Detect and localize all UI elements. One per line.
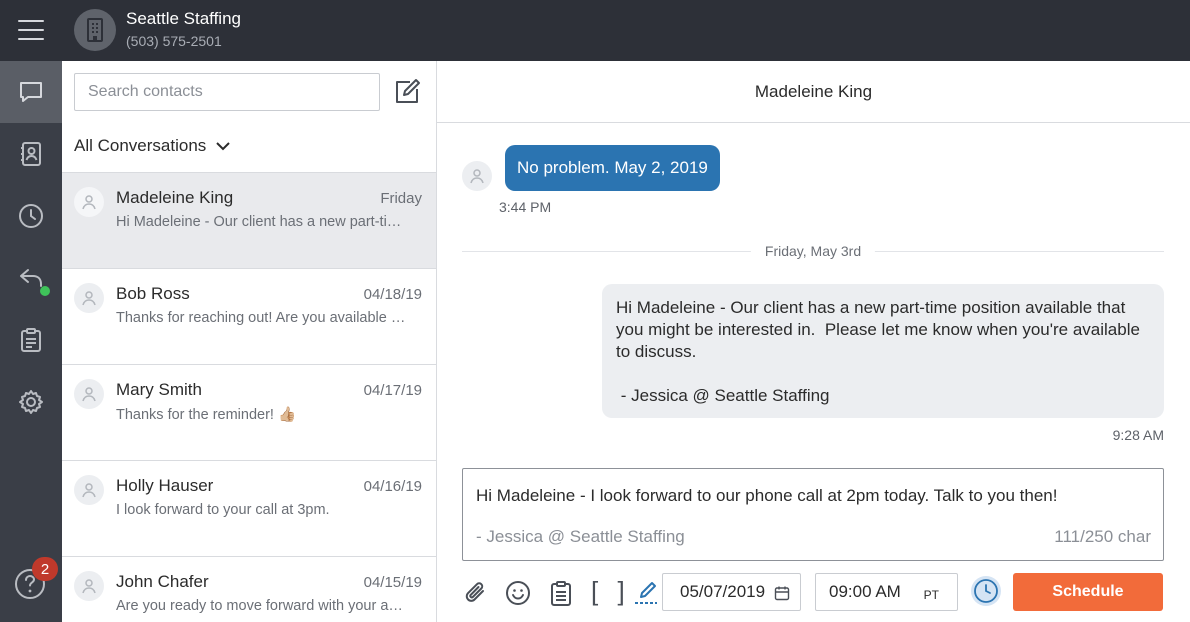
merge-field-button[interactable]: [ ]: [591, 576, 631, 607]
character-count: 111/250 char: [1054, 527, 1151, 546]
conversation-item[interactable]: Bob Ross 04/18/19 Thanks for reaching ou…: [62, 269, 436, 365]
conversation-name: Mary Smith: [116, 380, 202, 399]
history-icon: [19, 204, 43, 228]
contact-avatar: [74, 379, 104, 409]
day-separator-label: Friday, May 3rd: [750, 243, 876, 259]
chat-header: Madeleine King: [437, 61, 1190, 123]
conversation-item[interactable]: Holly Hauser 04/16/19 I look forward to …: [62, 461, 436, 557]
conversation-list-panel: All Conversations Madeleine King Friday …: [62, 61, 437, 622]
emoji-button[interactable]: [504, 579, 532, 607]
contact-avatar: [74, 475, 104, 505]
clipboard-icon: [551, 581, 571, 606]
chevron-down-icon: [216, 142, 230, 151]
filter-label: All Conversations: [74, 136, 207, 155]
search-contacts-input[interactable]: [74, 73, 380, 111]
calendar-icon: [774, 586, 790, 601]
top-bar: Seattle Staffing (503) 575-2501: [0, 0, 1190, 61]
rail-item-settings[interactable]: [0, 371, 62, 433]
organization-phone: (503) 575-2501: [126, 33, 222, 49]
schedule-date-value: 05/07/2019: [680, 582, 766, 601]
contact-avatar: [74, 283, 104, 313]
conversation-preview: Hi Madeleine - Our client has a new part…: [116, 214, 406, 230]
incoming-message-bubble: No problem. May 2, 2019: [505, 145, 720, 191]
chat-contact-name: Madeleine King: [754, 81, 873, 101]
person-icon: [82, 387, 96, 402]
attach-button[interactable]: [462, 579, 490, 607]
message-composer[interactable]: Hi Madeleine - I look forward to our pho…: [462, 468, 1164, 561]
signature-button[interactable]: [632, 579, 660, 607]
conversation-preview: Thanks for reaching out! Are you availab…: [116, 310, 406, 326]
person-icon: [470, 169, 484, 184]
composer-text[interactable]: Hi Madeleine - I look forward to our pho…: [476, 486, 1057, 506]
schedule-clock-button[interactable]: [971, 576, 1001, 606]
conversation-date: Friday: [380, 190, 422, 207]
rail-item-clipboard[interactable]: [0, 309, 62, 371]
conversation-preview: Thanks for the reminder! 👍🏼: [116, 407, 297, 423]
schedule-time-value: 09:00 AM: [829, 582, 901, 601]
conversation-item[interactable]: Madeleine King Friday Hi Madeleine - Our…: [62, 173, 436, 269]
smiley-icon: [506, 581, 530, 605]
conversation-date: 04/15/19: [363, 574, 422, 591]
clock-icon: [974, 579, 998, 603]
online-status-dot: [40, 286, 50, 296]
pen-icon: [635, 582, 657, 604]
building-icon: [87, 18, 103, 42]
conversation-name: Bob Ross: [116, 284, 190, 303]
conversation-date: 04/17/19: [363, 382, 422, 399]
schedule-button[interactable]: Schedule: [1013, 573, 1163, 611]
navigation-rail: [0, 61, 62, 622]
settings-icon: [19, 390, 43, 414]
person-icon: [82, 579, 96, 594]
menu-icon[interactable]: [18, 20, 44, 40]
composer-signature: - Jessica @ Seattle Staffing: [476, 527, 685, 546]
timezone-label: PT: [923, 588, 939, 602]
conversation-name: John Chafer: [116, 572, 209, 591]
schedule-time-input[interactable]: 09:00 AM PT: [815, 573, 958, 611]
rail-item-messages[interactable]: [0, 61, 62, 123]
conversation-date: 04/18/19: [363, 286, 422, 303]
contacts-icon: [21, 142, 41, 166]
rail-item-contacts[interactable]: [0, 123, 62, 185]
conversation-item[interactable]: John Chafer 04/15/19 Are you ready to mo…: [62, 557, 436, 622]
help-notification-badge: 2: [32, 557, 58, 581]
person-icon: [82, 483, 96, 498]
organization-name: Seattle Staffing: [126, 9, 241, 28]
contact-avatar: [462, 161, 492, 191]
organization-avatar[interactable]: [74, 9, 116, 51]
conversation-name: Holly Hauser: [116, 476, 214, 495]
conversation-date: 04/16/19: [363, 478, 422, 495]
compose-icon[interactable]: [392, 77, 422, 107]
incoming-message-time: 3:44 PM: [499, 199, 552, 215]
conversation-preview: I look forward to your call at 3pm.: [116, 502, 330, 518]
outgoing-message-time: 9:28 AM: [1112, 427, 1164, 443]
conversation-name: Madeleine King: [116, 188, 234, 207]
rail-item-reply[interactable]: [0, 247, 62, 309]
messages-icon: [20, 82, 42, 102]
schedule-date-input[interactable]: 05/07/2019: [662, 573, 801, 611]
paperclip-icon: [465, 582, 484, 602]
conversation-item[interactable]: Mary Smith 04/17/19 Thanks for the remin…: [62, 365, 436, 461]
contact-avatar: [74, 187, 104, 217]
contact-avatar: [74, 571, 104, 601]
person-icon: [82, 291, 96, 306]
day-separator: Friday, May 3rd: [462, 243, 1164, 259]
chat-panel: Madeleine King No problem. May 2, 2019 3…: [437, 61, 1190, 622]
outgoing-message-bubble: Hi Madeleine - Our client has a new part…: [602, 284, 1164, 418]
rail-item-history[interactable]: [0, 185, 62, 247]
clipboard-icon: [21, 328, 41, 352]
person-icon: [82, 195, 96, 210]
templates-button[interactable]: [547, 579, 575, 607]
conversation-preview: Are you ready to move forward with your …: [116, 598, 406, 614]
conversation-filter-dropdown[interactable]: All Conversations: [74, 136, 230, 156]
